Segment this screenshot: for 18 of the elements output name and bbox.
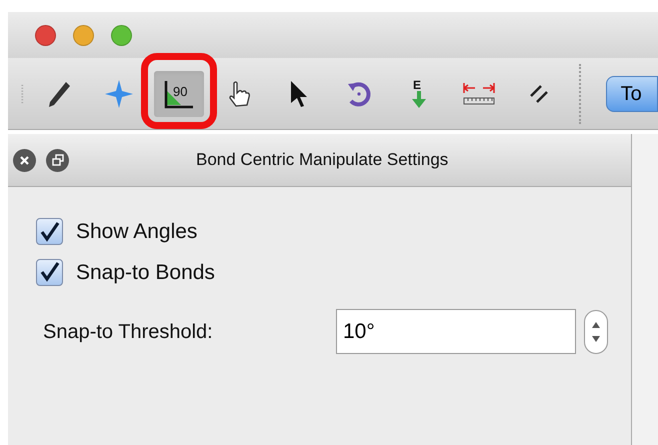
threshold-label: Snap-to Threshold: <box>42 320 214 344</box>
checkbox[interactable] <box>36 218 63 246</box>
stepper-control[interactable] <box>584 310 608 354</box>
checkbox[interactable] <box>36 258 63 286</box>
float-icon[interactable] <box>46 148 69 172</box>
star-icon <box>104 78 134 108</box>
tool-button[interactable]: 90 <box>154 70 204 116</box>
window-control-button[interactable] <box>35 24 56 46</box>
down-arrow-icon <box>591 334 601 342</box>
up-arrow-icon <box>591 320 601 328</box>
threshold-field[interactable]: 10° <box>336 309 576 354</box>
checkbox-label: Snap-to Bonds <box>76 260 215 286</box>
window-control-button[interactable] <box>111 24 132 46</box>
panel-title: Bond Centric Manipulate Settings <box>196 149 448 172</box>
toolbar-button[interactable]: To <box>606 76 658 112</box>
checkbox-label: Show Angles <box>76 219 198 245</box>
tool-button[interactable]: E <box>394 70 444 116</box>
close-icon[interactable] <box>13 148 36 172</box>
